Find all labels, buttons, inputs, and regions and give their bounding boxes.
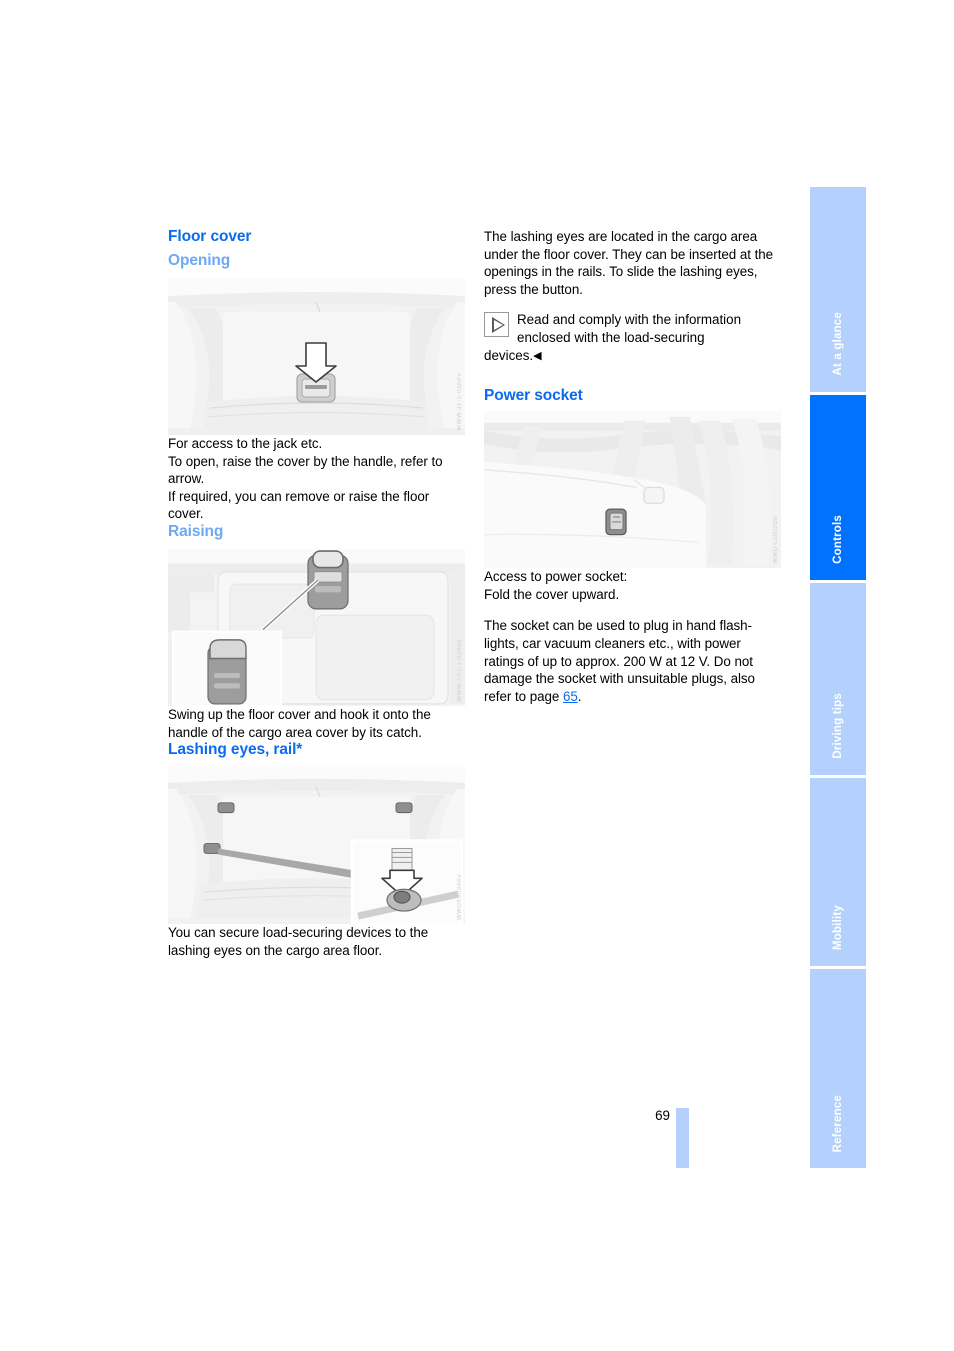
tab-driving-tips-label: Driving tips	[832, 693, 844, 759]
note-block: Read and comply with the information enc…	[484, 311, 781, 365]
note-triangle-icon	[484, 312, 509, 338]
note-trailing-text: devices.	[484, 347, 534, 363]
cargo-area-floor-cover-handle-illustration	[168, 278, 465, 435]
page-reference-link[interactable]: 65	[563, 689, 578, 704]
floor-cover-catch-handle-illustration	[168, 548, 465, 706]
note-text: Read and comply with the information enc…	[517, 312, 742, 345]
power-socket-description-suffix: .	[577, 688, 582, 704]
power-socket-description: The socket can be used to plug in hand f…	[484, 617, 781, 705]
lashing-intro-paragraph: The lashing eyes are located in the carg…	[484, 229, 774, 297]
left-column: Floor cover Opening WWW-31-1-03AKv For a…	[168, 228, 465, 959]
figure-opening: WWW-31-1-03AKv	[168, 278, 465, 435]
right-column: The lashing eyes are located in the carg…	[484, 228, 781, 705]
subheading-raising: Raising	[168, 522, 224, 540]
tab-reference-label: Reference	[832, 1094, 844, 1152]
raising-paragraph: Swing up the floor cover and hook it ont…	[168, 706, 431, 740]
manual-page: Floor cover Opening WWW-31-1-03AKv For a…	[0, 0, 954, 1351]
figure-code-opening: WWW-31-1-03AKv	[457, 373, 463, 431]
power-socket-access-paragraph: Access to power socket: Fold the cover u…	[484, 569, 628, 602]
figure-code-lashing-eyes: WWOK903AKv	[457, 874, 463, 921]
figure-raising: WWW-TR1-1-03ABk	[168, 548, 465, 706]
tab-at-a-glance-label: At a glance	[832, 312, 844, 376]
figure-code-raising: WWW-TR1-1-03ABk	[457, 639, 463, 702]
tab-mobility[interactable]: Mobility	[810, 778, 866, 966]
page-title: Floor cover	[168, 228, 252, 245]
lashing-eyes-paragraph: You can secure load-securing devices to …	[168, 925, 429, 958]
figure-lashing-eyes: WWOK903AKv	[168, 767, 465, 925]
tab-controls-label: Controls	[832, 515, 844, 564]
page-number: 69	[655, 1108, 670, 1123]
tab-mobility-label: Mobility	[832, 904, 844, 950]
page-number-bar	[676, 1108, 689, 1168]
tab-at-a-glance[interactable]: At a glance	[810, 187, 866, 392]
subheading-lashing-eyes: Lashing eyes, rail*	[168, 741, 303, 759]
note-end-marker: ◀	[533, 349, 542, 362]
lashing-eyes-cargo-floor-illustration	[168, 767, 465, 925]
figure-code-power-socket: WWO-La003Un	[773, 516, 779, 565]
tab-controls[interactable]: Controls	[810, 395, 866, 580]
opening-paragraph: For access to the jack etc. To open, rai…	[168, 436, 443, 522]
tab-driving-tips[interactable]: Driving tips	[810, 583, 866, 775]
section-tab-strip: At a glance Controls Driving tips Mobili…	[810, 187, 866, 1168]
note-end-line: devices.◀	[484, 347, 781, 366]
power-socket-cargo-area-illustration	[484, 411, 781, 569]
tab-reference[interactable]: Reference	[810, 969, 866, 1168]
figure-power-socket: WWO-La003Un	[484, 411, 781, 569]
subheading-power-socket: Power socket	[484, 387, 583, 405]
subheading-opening: Opening	[168, 252, 231, 269]
power-socket-description-prefix: The socket can be used to plug in hand f…	[484, 618, 755, 704]
